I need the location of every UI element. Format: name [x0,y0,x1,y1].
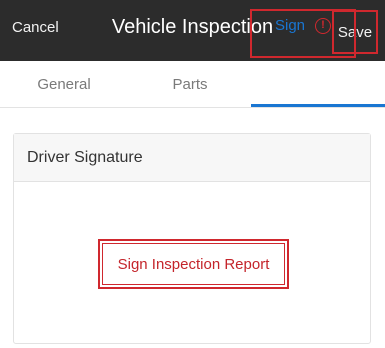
tab-sign-label: Sign [274,17,306,34]
sign-inspection-report-button[interactable]: Sign Inspection Report [98,239,289,289]
active-tab-indicator [251,104,385,107]
cancel-button[interactable]: Cancel [12,19,59,36]
tab-parts[interactable]: Parts [128,61,252,107]
tab-general[interactable]: General [0,61,128,107]
card-header: Driver Signature [14,134,370,182]
tab-bar: General Parts [0,61,385,108]
warning-icon: ! [315,17,332,34]
tab-sign[interactable]: Sign ! [250,9,356,58]
signature-card: Driver Signature Sign Inspection Report [13,133,371,344]
